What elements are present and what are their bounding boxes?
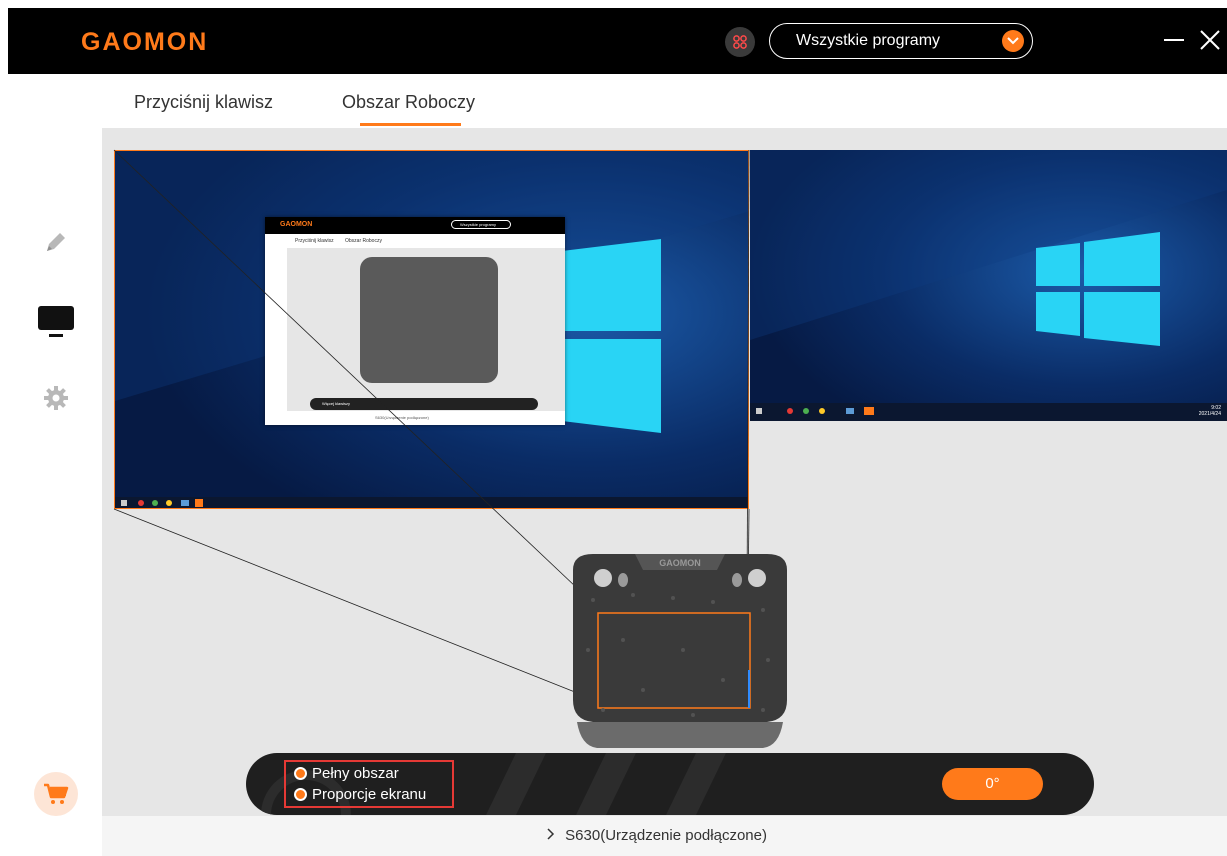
option-screen-ratio[interactable]: Proporcje ekranu [294,786,426,803]
option-full-area[interactable]: Pełny obszar [294,765,399,782]
program-selector[interactable]: Wszystkie programy [769,23,1033,59]
minimize-icon [1164,39,1184,41]
device-status-bar[interactable]: S630(Urządzenie podłączone) [102,816,1227,856]
device-status[interactable]: S630(Urządzenie podłączone) [547,827,767,844]
minimize-button[interactable] [1161,26,1189,54]
monitor-icon [38,306,74,337]
mapping-options-group: Pełny obszar Proporcje ekranu [284,760,454,808]
thumb-tab-2: Obszar Roboczy [345,238,382,244]
radio-screen-ratio[interactable] [294,788,307,801]
tab-button-settings[interactable]: Przyciśnij klawisz [134,92,273,113]
app-logo: GAOMON [81,28,209,56]
program-icon[interactable] [725,27,755,57]
apps-icon [733,35,747,49]
tablet-illustration: GAOMON [573,554,787,748]
thumb-tab-1: Przyciśnij klawisz [295,238,334,244]
thumb-titlebar: GAOMON Wszystkie programy [265,217,565,234]
svg-text:GAOMON: GAOMON [659,558,701,568]
sidebar [8,128,102,856]
primary-screen-preview[interactable]: GAOMON Wszystkie programy Przyciśnij kla… [114,150,749,509]
tab-bar: Przyciśnij klawisz Obszar Roboczy [8,74,1227,128]
tablet-device: GAOMON [563,550,797,752]
program-selector-label: Wszystkie programy [796,32,941,49]
close-icon [1200,30,1220,50]
device-status-label: S630(Urządzenie podłączone) [565,827,767,844]
taskbar-clock: 9:02 2021/4/24 [1199,405,1221,417]
active-tab-indicator [360,123,461,126]
chevron-down-icon[interactable] [1002,30,1024,52]
clock-date: 2021/4/24 [1198,411,1221,417]
sidebar-item-settings[interactable] [34,376,78,420]
radio-full-area[interactable] [294,767,307,780]
option-screen-ratio-label: Proporcje ekranu [312,786,427,803]
chevron-right-icon [547,827,559,844]
thumb-status: S630(Urządzenie podłączone) [375,415,429,420]
sidebar-item-pen[interactable] [34,220,78,264]
shop-button[interactable] [34,772,78,816]
thumb-controlbar: Więcej klawiszy [310,398,538,410]
close-button[interactable] [1196,26,1224,54]
mapping-control-bar: Pełny obszar Proporcje ekranu 0° [246,753,1094,815]
title-bar: GAOMON Wszystkie programy [8,8,1227,74]
thumb-tablet [360,257,498,383]
rotation-button[interactable]: 0° [942,768,1043,800]
desktop-wallpaper-2 [750,150,1227,421]
option-full-area-label: Pełny obszar [312,765,399,782]
gear-icon [44,386,68,410]
secondary-screen-preview[interactable]: 9:02 2021/4/24 [750,150,1227,421]
cart-icon [44,783,69,804]
thumb-logo: GAOMON [280,221,313,228]
thumb-app-selector: Wszystkie programy [451,220,511,229]
app-thumbnail: GAOMON Wszystkie programy Przyciśnij kla… [265,217,565,425]
tab-work-area[interactable]: Obszar Roboczy [342,92,475,113]
pen-icon [47,233,65,251]
thumb-option: Więcej klawiszy [322,401,351,406]
work-area-panel: GAOMON Wszystkie programy Przyciśnij kla… [102,128,1227,816]
sidebar-item-monitor[interactable] [34,300,78,344]
app-window: GAOMON Wszystkie programy Przyciśnij kla… [8,8,1227,856]
